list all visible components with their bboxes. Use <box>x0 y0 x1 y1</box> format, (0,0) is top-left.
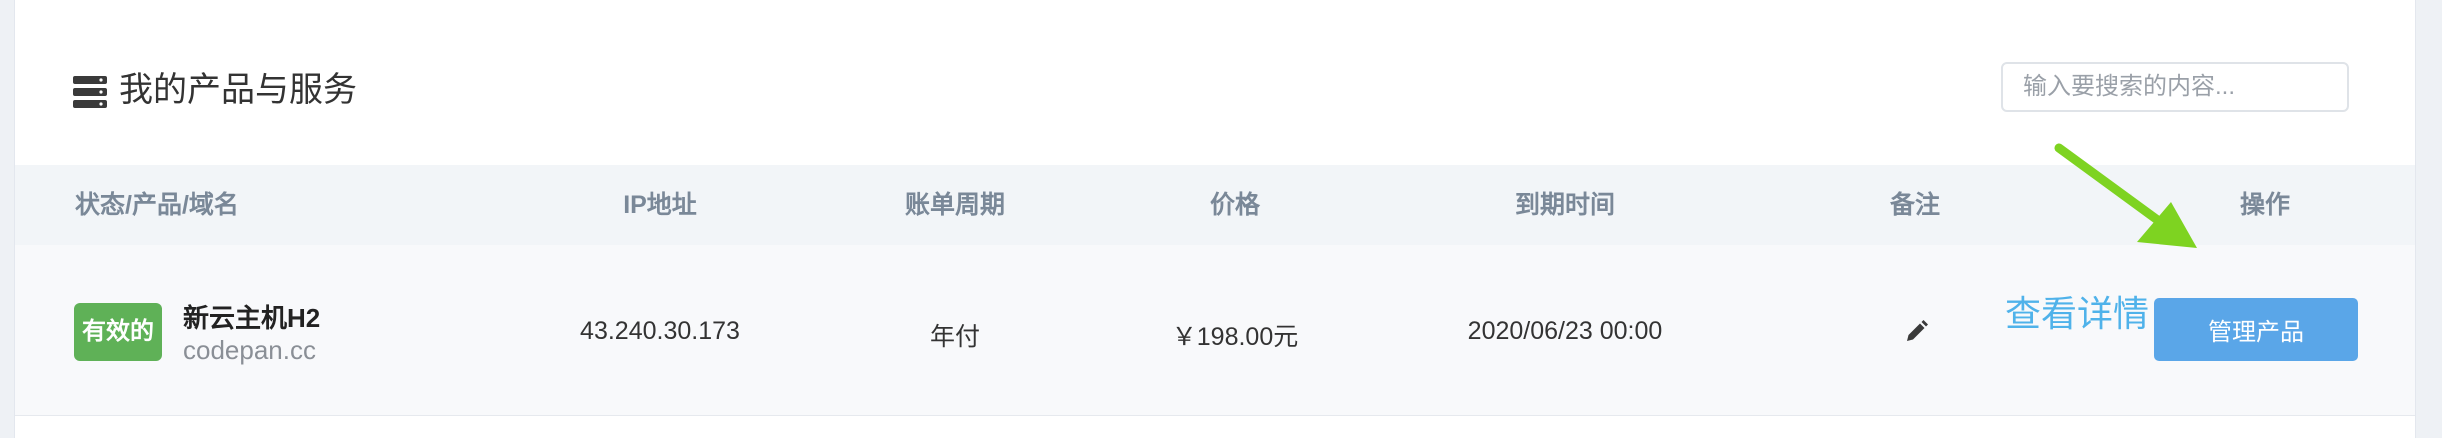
manage-product-button[interactable]: 管理产品 <box>2154 298 2358 361</box>
product-domain: codepan.cc <box>183 335 316 365</box>
product-name[interactable]: 新云主机H2 <box>183 298 320 335</box>
search-input[interactable] <box>2001 62 2349 112</box>
column-header-billing-cycle: 账单周期 <box>904 191 1005 219</box>
annotation-arrow-icon <box>2054 143 2197 248</box>
pencil-icon[interactable] <box>1903 319 1929 345</box>
expiry-time: 2020/06/23 00:00 <box>1467 317 1663 345</box>
column-header-price: 价格 <box>1209 191 1260 219</box>
column-header-status-product-domain: 状态/产品/域名 <box>75 191 239 219</box>
view-details-annotation: 查看详情 <box>2005 293 2150 334</box>
ip-address: 43.240.30.173 <box>580 317 740 345</box>
status-badge: 有效的 <box>74 303 162 361</box>
column-header-note: 备注 <box>1889 191 1940 219</box>
column-header-expiry: 到期时间 <box>1514 191 1615 219</box>
table-row: 有效的 新云主机H2 codepan.cc 43.240.30.173 年付 ￥… <box>15 245 2415 416</box>
price: ￥198.00元 <box>1171 323 1299 351</box>
column-header-actions: 操作 <box>2239 191 2290 219</box>
billing-cycle: 年付 <box>929 323 980 351</box>
server-icon <box>73 76 107 108</box>
page-title: 我的产品与服务 <box>119 71 357 109</box>
column-header-ip: IP地址 <box>623 191 697 219</box>
products-panel: 我的产品与服务 状态/产品/域名 IP地址 账单周期 价格 到期时间 备注 操作… <box>14 0 2416 438</box>
